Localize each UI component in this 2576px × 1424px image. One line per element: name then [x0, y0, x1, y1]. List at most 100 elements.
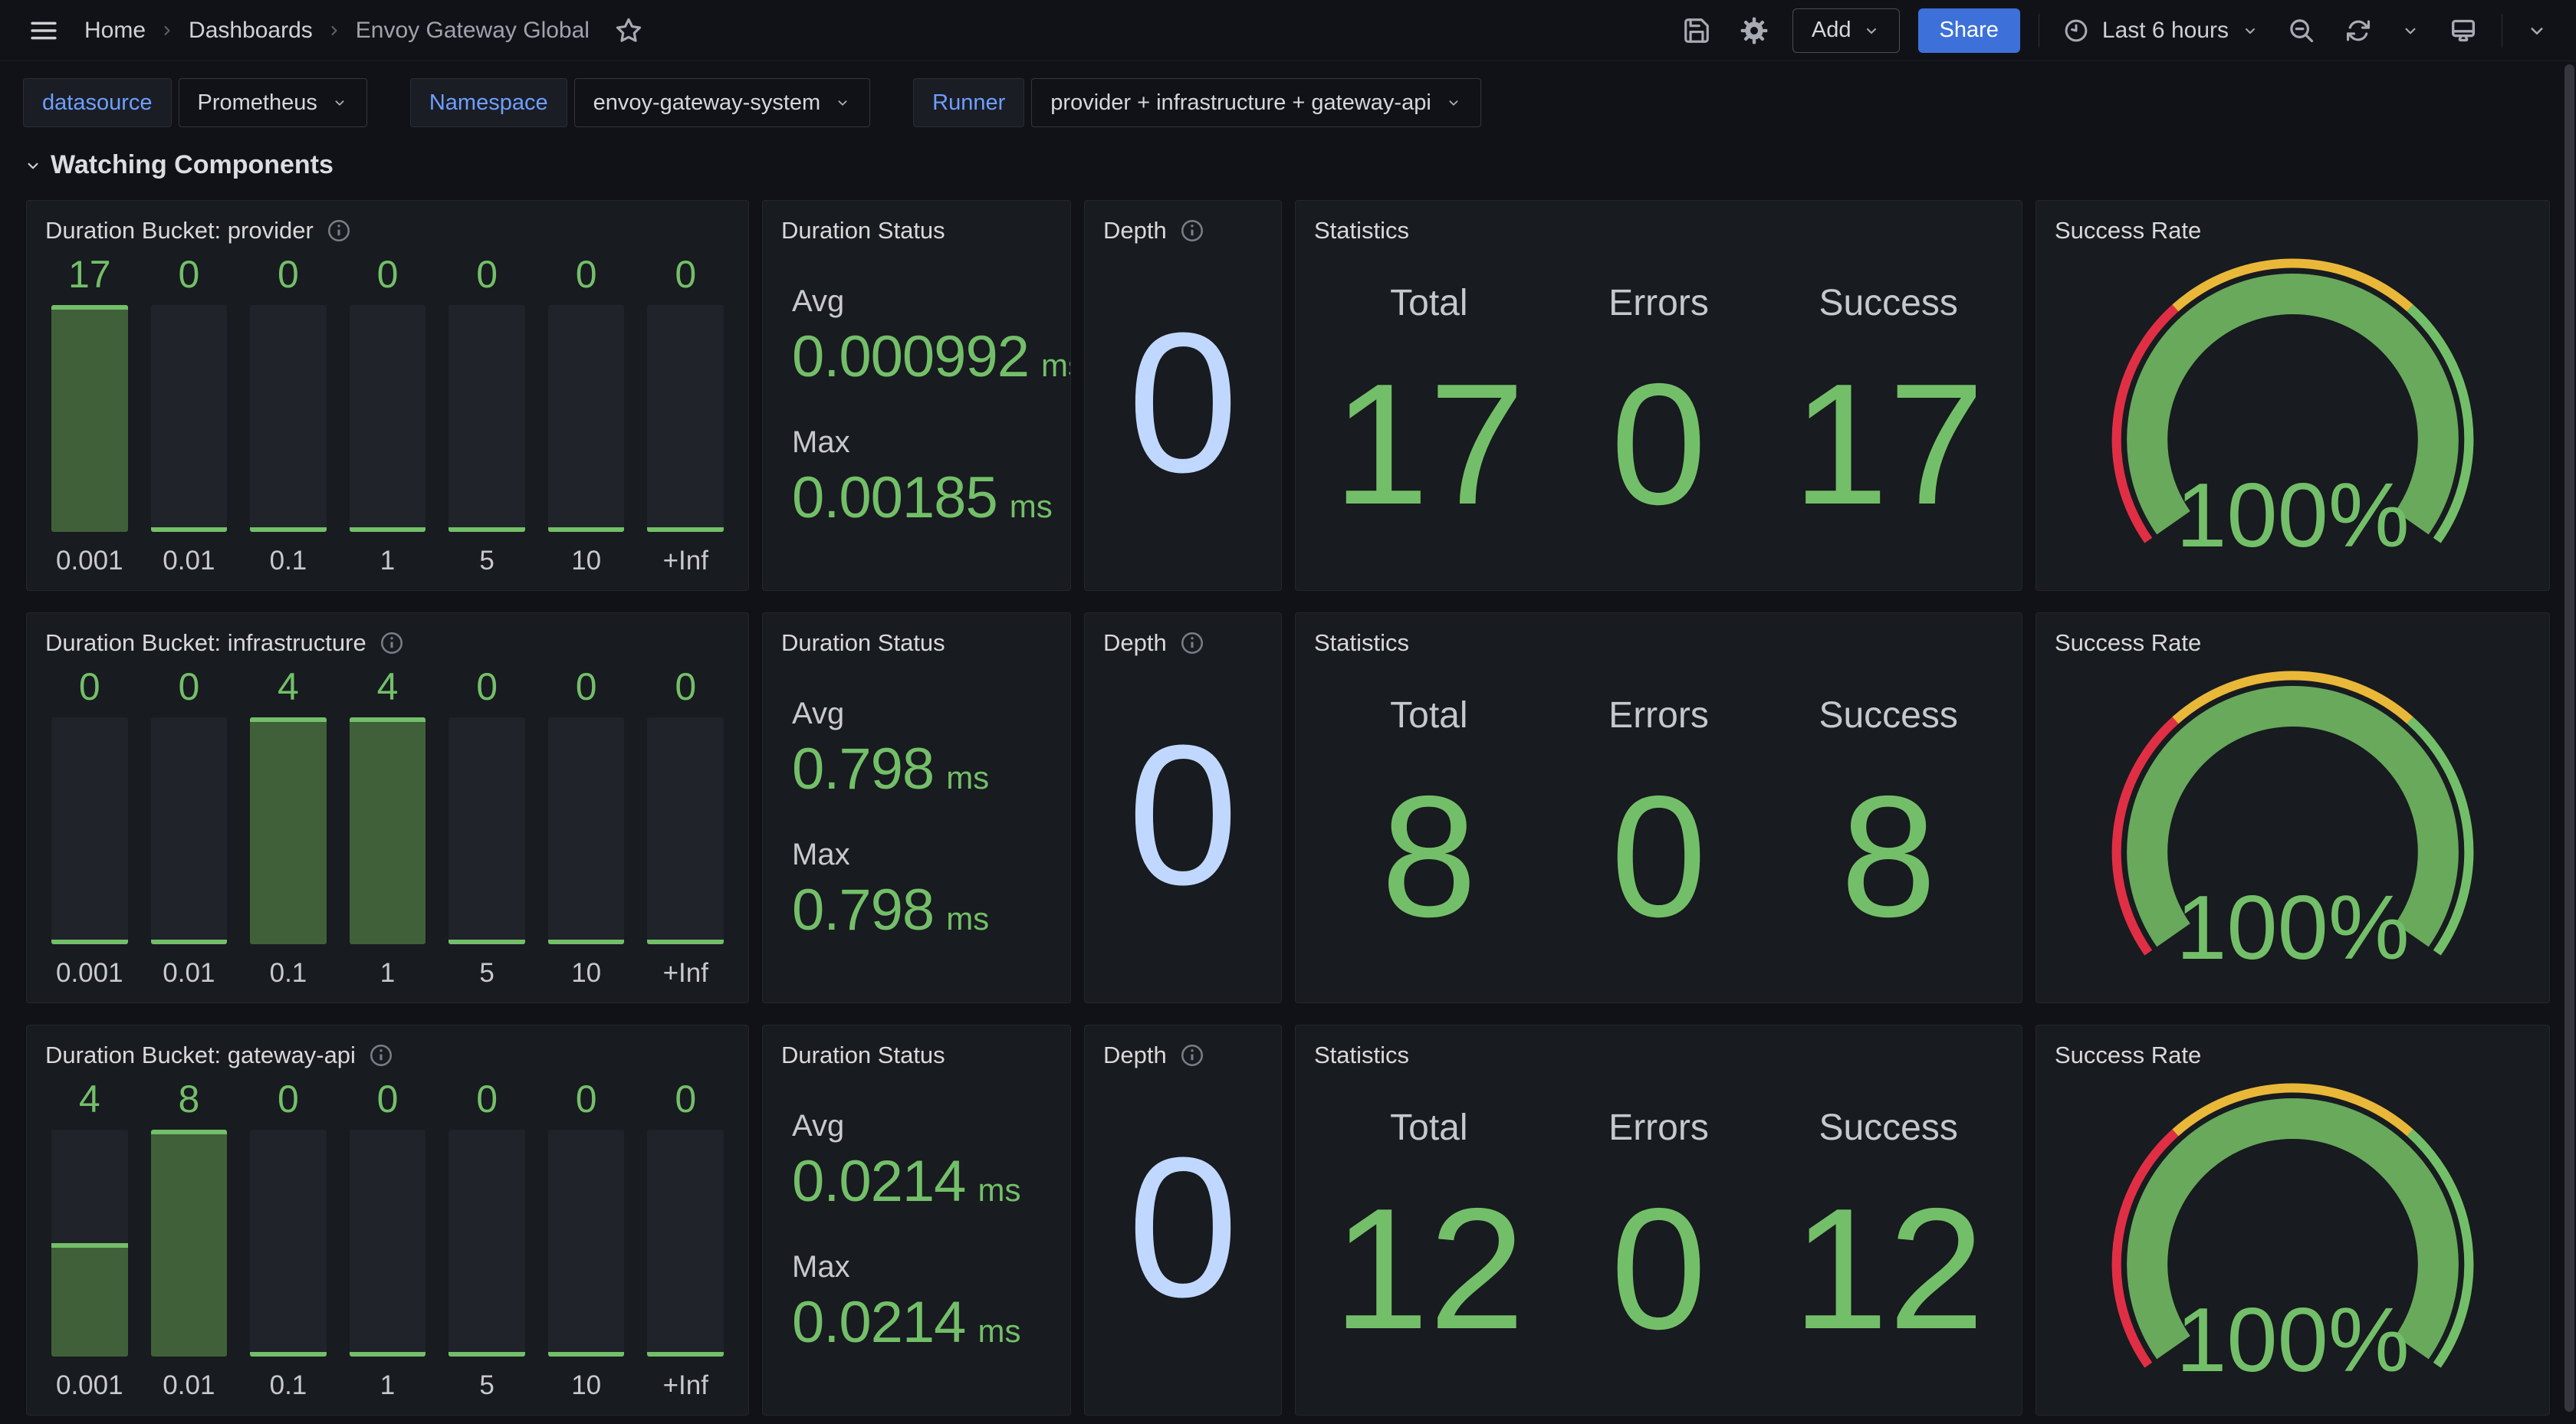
panel-title[interactable]: Depth: [1103, 629, 1167, 657]
chevron-down-icon: [23, 156, 43, 176]
namespace-selected-value: envoy-gateway-system: [593, 90, 821, 116]
menu-toggle-button[interactable]: [23, 10, 64, 51]
star-icon: [614, 16, 643, 45]
bar-value-label: 0: [51, 664, 128, 710]
panel-title[interactable]: Success Rate: [2055, 629, 2201, 657]
save-dashboard-button[interactable]: [1677, 11, 1716, 50]
bar-value-label: 0: [151, 664, 228, 710]
share-button[interactable]: Share: [1918, 8, 2020, 53]
time-range-label: Last 6 hours: [2102, 18, 2229, 44]
bucket-bar: 010: [548, 251, 625, 576]
panel-header: Duration Bucket: gateway-api: [45, 1038, 730, 1073]
refresh-interval-button[interactable]: [2396, 16, 2425, 45]
bar-track: [548, 305, 625, 532]
gauge-value-label: 100%: [2176, 464, 2410, 566]
panel-header: Duration Status: [781, 1038, 1052, 1073]
panel-title[interactable]: Duration Status: [781, 217, 945, 244]
panel-title[interactable]: Statistics: [1314, 1042, 1409, 1069]
panel-title[interactable]: Duration Bucket: gateway-api: [45, 1042, 356, 1069]
favorite-star-button[interactable]: [610, 11, 648, 50]
chevron-down-icon: [2525, 19, 2548, 42]
bar-fill: [250, 527, 327, 532]
statistics-panel: Statistics Total12 Errors0 Success12: [1295, 1025, 2022, 1416]
bucket-label: 10: [548, 1357, 625, 1401]
info-icon[interactable]: [379, 630, 405, 656]
gauge-value-label: 100%: [2176, 1289, 2410, 1391]
bucket-bar: 0 0.001: [51, 664, 128, 989]
bucket-label: 0.001: [51, 944, 128, 989]
panel-title[interactable]: Statistics: [1314, 217, 1409, 244]
bar-track: [51, 305, 128, 532]
panel-header: Statistics: [1314, 625, 2003, 661]
panel-header: Success Rate: [2055, 1038, 2531, 1073]
panel-title[interactable]: Success Rate: [2055, 1042, 2201, 1069]
depth-value: 0: [1128, 304, 1239, 503]
zoom-out-time-button[interactable]: [2282, 11, 2321, 50]
bar-track: [151, 305, 228, 532]
duration-status-body: Avg 0.0214ms Max 0.0214ms: [781, 1073, 1052, 1401]
hamburger-icon: [28, 15, 60, 47]
bucket-label: 0.001: [51, 1357, 128, 1401]
bucket-bar: 4 0.001: [51, 1076, 128, 1401]
panel-title[interactable]: Duration Bucket: provider: [45, 217, 314, 244]
chevron-down-icon: [331, 94, 348, 111]
panel-title[interactable]: Duration Bucket: infrastructure: [45, 629, 366, 657]
stat-total: Total12: [1314, 1107, 1544, 1401]
runner-filter-value[interactable]: provider + infrastructure + gateway-api: [1031, 78, 1480, 127]
refresh-dashboard-button[interactable]: [2339, 11, 2377, 50]
collapse-toolbar-button[interactable]: [2521, 15, 2553, 47]
namespace-filter-value[interactable]: envoy-gateway-system: [574, 78, 871, 127]
panel-title[interactable]: Duration Status: [781, 629, 945, 657]
row-collapse-header[interactable]: Watching Components: [23, 150, 2553, 180]
time-range-picker[interactable]: Last 6 hours: [2058, 16, 2264, 45]
kiosk-mode-button[interactable]: [2443, 11, 2483, 51]
info-icon[interactable]: [1179, 630, 1205, 656]
bucket-label: 0.1: [250, 1357, 327, 1401]
bucket-bar: 05: [449, 1076, 525, 1401]
dashboard-settings-button[interactable]: [1734, 11, 1774, 51]
panel-header: Success Rate: [2055, 213, 2531, 248]
datasource-filter-value[interactable]: Prometheus: [179, 78, 367, 127]
bucket-label: 0.01: [151, 532, 228, 576]
breadcrumb-home[interactable]: Home: [84, 18, 146, 44]
info-icon[interactable]: [1179, 218, 1205, 244]
page-scrollbar-thumb[interactable]: [2564, 64, 2574, 1412]
bar-fill: [647, 940, 724, 944]
save-icon: [1682, 16, 1711, 45]
bar-track: [350, 1130, 426, 1357]
bucket-bar: 01: [350, 1076, 426, 1401]
bucket-label: 1: [350, 532, 426, 576]
bucket-label: 10: [548, 944, 625, 989]
bar-value-label: 4: [51, 1076, 128, 1122]
info-icon[interactable]: [368, 1042, 394, 1068]
stat-value: 8: [1381, 724, 1477, 989]
add-button[interactable]: Add: [1792, 8, 1900, 53]
bucket-bar: 41: [350, 664, 426, 989]
bar-value-label: 0: [250, 251, 327, 297]
bar-value-label: 0: [548, 664, 625, 710]
bucket-label: 0.1: [250, 944, 327, 989]
bar-value-label: 0: [647, 664, 724, 710]
panel-title[interactable]: Depth: [1103, 217, 1167, 244]
max-label: Max: [792, 1250, 1052, 1285]
info-icon[interactable]: [1179, 1042, 1205, 1068]
duration-status-panel: Duration Status Avg 0.000992ms Max 0.001…: [762, 200, 1071, 591]
panel-title[interactable]: Success Rate: [2055, 217, 2201, 244]
bar-track: [449, 717, 525, 944]
bucket-bar: 00.01: [151, 664, 228, 989]
success-rate-gauge: 100%: [2055, 248, 2531, 576]
panel-title[interactable]: Statistics: [1314, 629, 1409, 657]
depth-body: 0: [1103, 1073, 1263, 1401]
chevron-down-icon: [834, 94, 851, 111]
duration-bucket-panel: Duration Bucket: infrastructure 00.00100…: [26, 612, 749, 1003]
refresh-icon: [2344, 16, 2373, 45]
info-icon[interactable]: [326, 218, 352, 244]
panel-title[interactable]: Depth: [1103, 1042, 1167, 1069]
success-rate-gauge: 100%: [2055, 661, 2531, 989]
gauge-body: 100%: [2055, 248, 2531, 576]
avg-value: 0.000992: [792, 323, 1029, 390]
panel-title[interactable]: Duration Status: [781, 1042, 945, 1069]
breadcrumb-dashboards[interactable]: Dashboards: [189, 18, 313, 44]
top-nav-bar: Home Dashboards Envoy Gateway Global Add…: [0, 0, 2576, 61]
bar-track: [647, 1130, 724, 1357]
